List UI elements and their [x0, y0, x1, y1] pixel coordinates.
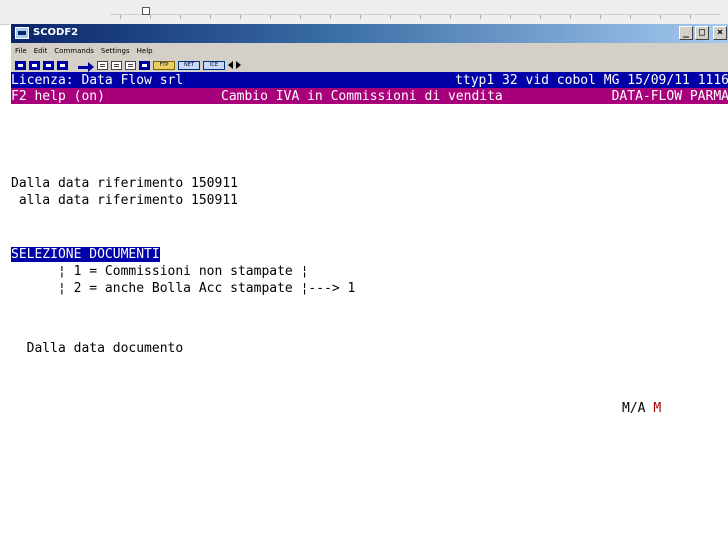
- ruler-tick: [360, 15, 361, 19]
- help-status: F2 help (on): [11, 89, 105, 104]
- terminal-window: SCODF2 _ □ × File Edit Commands Settings…: [10, 24, 728, 559]
- doc-date-label: Dalla data documento: [11, 341, 184, 356]
- ruler-tick: [600, 15, 601, 19]
- top-ruler: [0, 0, 728, 25]
- window-controls: _ □ ×: [679, 26, 727, 40]
- paste-icon[interactable]: [111, 60, 122, 70]
- next-icon[interactable]: [236, 61, 241, 69]
- ma-row: M/A M: [622, 400, 661, 417]
- close-button[interactable]: ×: [713, 26, 727, 40]
- ruler-tick: [270, 15, 271, 19]
- license-text: Licenza: Data Flow srl: [11, 73, 184, 88]
- selection-title: SELEZIONE DOCUMENTI: [11, 247, 160, 262]
- ruler-tick: [240, 15, 241, 19]
- ruler-tick: [480, 15, 481, 19]
- ma-label: M/A: [622, 401, 646, 416]
- send-arrow-icon[interactable]: [78, 61, 94, 72]
- date-from-value[interactable]: 150911: [191, 176, 238, 191]
- screen-3-icon[interactable]: [43, 60, 54, 70]
- ruler-tick: [330, 15, 331, 19]
- computer-icon[interactable]: [139, 60, 150, 70]
- menu-bar: File Edit Commands Settings Help: [11, 43, 728, 58]
- screen-1-icon[interactable]: [15, 60, 26, 70]
- ruler-tick: [570, 15, 571, 19]
- menu-file[interactable]: File: [15, 47, 27, 55]
- terminal-screen[interactable]: Licenza: Data Flow srl ttyp1 32 vid cobo…: [11, 72, 728, 559]
- ruler-tick: [300, 15, 301, 19]
- toolbar: FTP NET ICE: [11, 58, 728, 72]
- screen-title: Cambio IVA in Commissioni di vendita: [221, 89, 503, 104]
- menu-help[interactable]: Help: [137, 47, 153, 55]
- minimize-button[interactable]: _: [679, 26, 693, 40]
- menu-edit[interactable]: Edit: [34, 47, 48, 55]
- window-title: SCODF2: [33, 27, 79, 38]
- prev-icon[interactable]: [228, 61, 233, 69]
- ruler-tick: [510, 15, 511, 19]
- session-info: ttyp1 32 vid cobol MG 15/09/11 1116: [455, 73, 728, 88]
- ice-icon[interactable]: ICE: [203, 60, 225, 70]
- ftp-icon[interactable]: FTP: [153, 60, 175, 70]
- net-icon[interactable]: NET: [178, 60, 200, 70]
- screen-4-icon[interactable]: [57, 60, 68, 70]
- ruler-tick: [630, 15, 631, 19]
- option-2[interactable]: ¦ 2 = anche Bolla Acc stampate ¦---> 1: [11, 280, 355, 297]
- ruler-tick: [540, 15, 541, 19]
- ruler-tick: [180, 15, 181, 19]
- ruler-tick: [450, 15, 451, 19]
- screen-2-icon[interactable]: [29, 60, 40, 70]
- ruler-marker[interactable]: [142, 7, 150, 15]
- ruler-tick: [390, 15, 391, 19]
- date-to-value[interactable]: 150911: [191, 193, 238, 208]
- ruler-line: [110, 14, 720, 15]
- date-from-row: Dalla data riferimento 150911: [11, 175, 238, 192]
- menu-commands[interactable]: Commands: [54, 47, 94, 55]
- maximize-button[interactable]: □: [695, 26, 709, 40]
- ruler-tick: [210, 15, 211, 19]
- ruler-tick: [690, 15, 691, 19]
- ma-value[interactable]: M: [653, 401, 661, 416]
- selection-title-row: SELEZIONE DOCUMENTI: [11, 246, 160, 263]
- company-name: DATA-FLOW PARMA: [611, 89, 728, 104]
- header-bar: Licenza: Data Flow srl ttyp1 32 vid cobo…: [11, 72, 728, 88]
- copy-icon[interactable]: [97, 60, 108, 70]
- app-icon[interactable]: [15, 27, 29, 39]
- option-1: ¦ 1 = Commissioni non stampate ¦: [11, 264, 309, 279]
- date-from-label: Dalla data riferimento: [11, 176, 184, 191]
- ruler-tick: [420, 15, 421, 19]
- ruler-tick: [150, 15, 151, 19]
- ruler-tick: [660, 15, 661, 19]
- date-to-row: alla data riferimento 150911: [11, 192, 238, 209]
- menu-settings[interactable]: Settings: [101, 47, 130, 55]
- status-bar: F2 help (on) Cambio IVA in Commissioni d…: [11, 88, 728, 104]
- date-to-label: alla data riferimento: [11, 193, 184, 208]
- ruler-tick: [120, 15, 121, 19]
- print-icon[interactable]: [125, 60, 136, 70]
- title-bar[interactable]: SCODF2 _ □ ×: [11, 24, 728, 43]
